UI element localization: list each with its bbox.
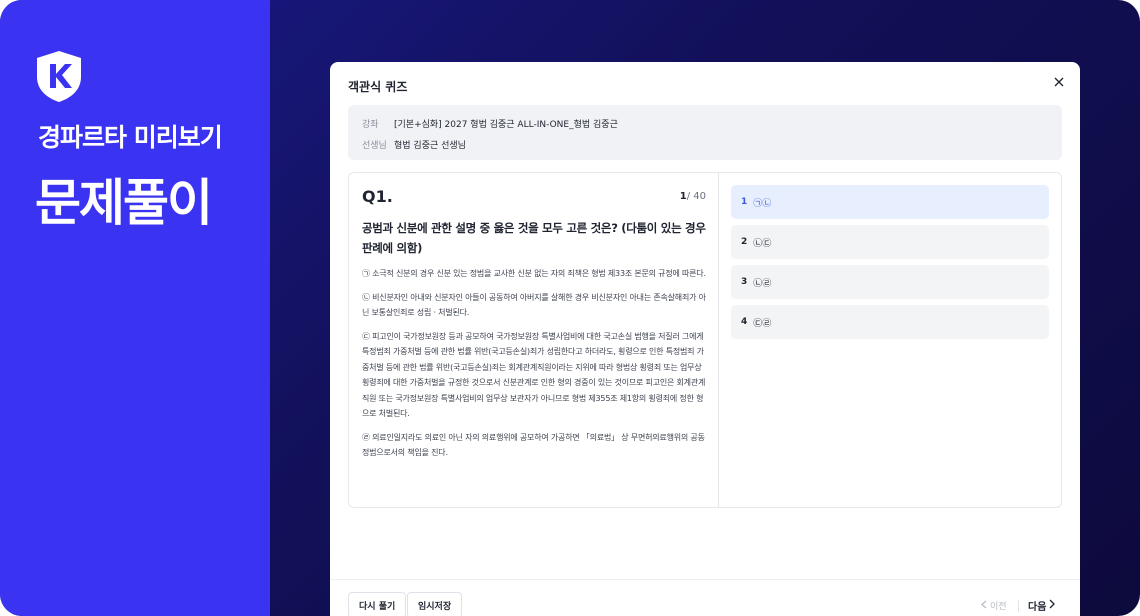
answer-option-3[interactable]: 3 ㉡㉣ xyxy=(731,265,1049,299)
total-questions: / 40 xyxy=(686,191,706,202)
option-label: ㉠㉡ xyxy=(753,198,772,209)
k-shield-logo xyxy=(34,49,84,103)
quiz-card: Q1. 1/ 40 공범과 신분에 관한 설명 중 옳은 것을 모두 고른 것은… xyxy=(348,172,1062,508)
answer-option-2[interactable]: 2 ㉡㉢ xyxy=(731,225,1049,259)
option-label: ㉢㉣ xyxy=(753,318,772,329)
option-label: ㉡㉢ xyxy=(753,238,772,249)
statement-3: ㉢ 피고인이 국가정보원장 등과 공모하여 국가정보원장 특별사업비에 대한 국… xyxy=(362,331,706,419)
statement-2: ㉡ 비신분자인 아내와 신분자인 아들이 공동하여 아버지를 살해한 경우 비신… xyxy=(362,292,706,318)
statement-1: ㉠ 소극적 신분의 경우 신분 있는 정범을 교사한 신분 없는 자의 죄책은 … xyxy=(362,269,706,278)
statement-4: ㉣ 의료인일지라도 의료인 아닌 자의 의료행위에 공모하여 가공하면 「의료법… xyxy=(362,432,705,458)
modal-title: 객관식 퀴즈 xyxy=(348,80,408,94)
chevron-right-icon xyxy=(1049,599,1056,612)
course-row: 강좌 [기본+심화] 2027 형법 김중근 ALL-IN-ONE_형법 김중근 xyxy=(362,117,618,130)
question-panel: Q1. 1/ 40 공범과 신분에 관한 설명 중 옳은 것을 모두 고른 것은… xyxy=(349,173,719,507)
question-number: Q1. xyxy=(362,187,393,206)
teacher-row: 선생님 형법 김중근 선생님 xyxy=(362,138,466,151)
question-statements: ㉠ 소극적 신분의 경우 신분 있는 정범을 교사한 신분 없는 자의 죄책은 … xyxy=(362,266,706,461)
option-number: 2 xyxy=(741,237,748,247)
modal-footer: 다시 풀기 임시저장 이전 다음 xyxy=(330,579,1080,616)
next-button[interactable]: 다음 xyxy=(1028,598,1058,613)
brand-subtitle: 경파르타 미리보기 xyxy=(38,123,223,152)
answer-option-1[interactable]: 1 ㉠㉡ xyxy=(731,185,1049,219)
course-info: 강좌 [기본+심화] 2027 형법 김중근 ALL-IN-ONE_형법 김중근… xyxy=(348,105,1062,160)
question-title: 공범과 신분에 관한 설명 중 옳은 것을 모두 고른 것은? (다툼이 있는 … xyxy=(362,221,706,255)
brand-title: 문제풀이 xyxy=(35,174,213,232)
app-frame: 경파르타 미리보기 문제풀이 객관식 퀴즈 강좌 [기본+심화] 2027 형법… xyxy=(0,0,1140,616)
answer-option-4[interactable]: 4 ㉢㉣ xyxy=(731,305,1049,339)
chevron-left-icon xyxy=(981,600,987,612)
current-question: 1 xyxy=(679,191,687,202)
nav-divider xyxy=(1018,600,1019,612)
quiz-modal: 객관식 퀴즈 강좌 [기본+심화] 2027 형법 김중근 ALL-IN-ONE… xyxy=(330,62,1080,616)
option-number: 3 xyxy=(741,277,748,287)
prev-label: 이전 xyxy=(990,602,1007,612)
question-counter: 1/ 40 xyxy=(680,191,706,202)
close-button[interactable] xyxy=(1048,70,1070,92)
course-value: [기본+심화] 2027 형법 김중근 ALL-IN-ONE_형법 김중근 xyxy=(394,120,618,130)
next-label: 다음 xyxy=(1028,602,1047,613)
course-label: 강좌 xyxy=(362,120,379,130)
prev-button[interactable]: 이전 xyxy=(978,599,1007,612)
answer-options: 1 ㉠㉡ 2 ㉡㉢ 3 ㉡㉣ 4 ㉢㉣ xyxy=(731,185,1049,345)
option-number: 1 xyxy=(741,197,748,207)
save-draft-button[interactable]: 임시저장 xyxy=(407,592,463,616)
brand-panel: 경파르타 미리보기 문제풀이 xyxy=(0,0,270,616)
teacher-label: 선생님 xyxy=(362,141,387,151)
retry-button[interactable]: 다시 풀기 xyxy=(348,592,407,616)
close-icon xyxy=(1054,72,1064,91)
option-label: ㉡㉣ xyxy=(753,278,772,289)
teacher-value: 형법 김중근 선생님 xyxy=(394,141,466,151)
option-number: 4 xyxy=(741,317,748,327)
